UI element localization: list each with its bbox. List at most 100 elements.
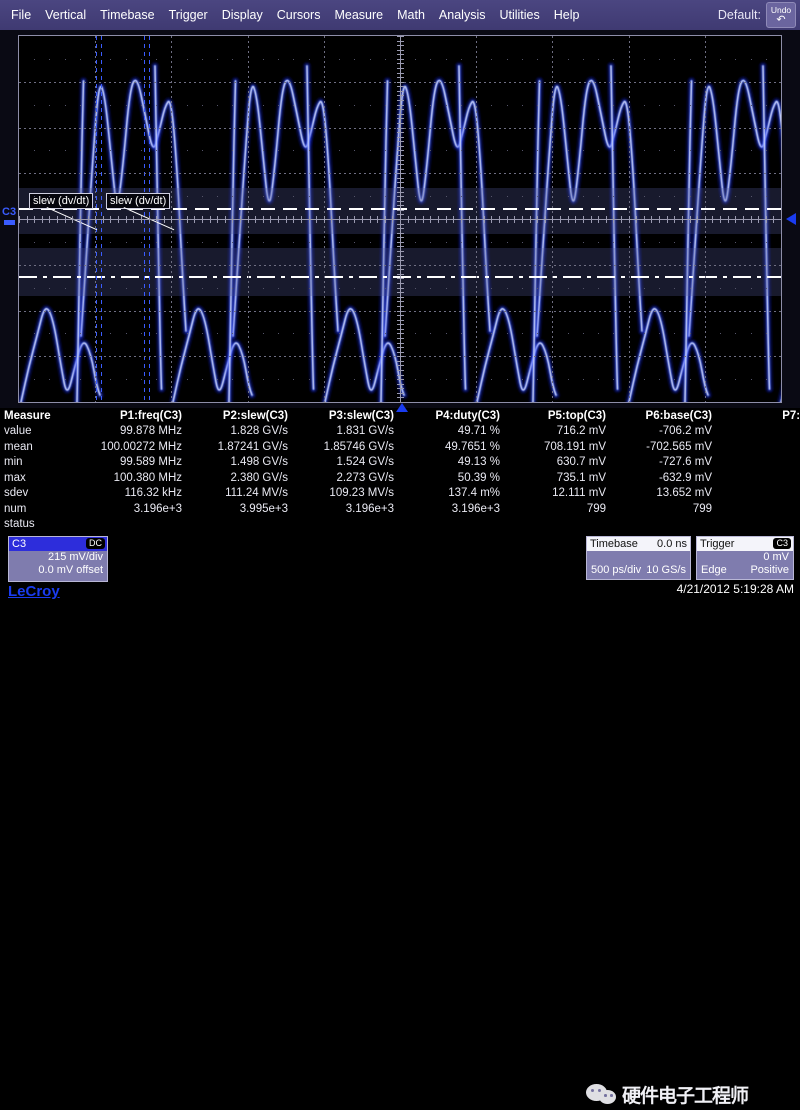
trigger-level-marker[interactable] <box>786 213 796 225</box>
menu-item-utilities[interactable]: Utilities <box>492 0 546 30</box>
axis-tick-h <box>19 216 20 223</box>
measure-title: Measure <box>0 408 80 424</box>
menu-item-measure[interactable]: Measure <box>327 0 390 30</box>
graticule-minor-dot <box>735 379 736 380</box>
measure-col-header-6[interactable]: P6:base(C3) <box>610 408 716 424</box>
graticule-minor-dot <box>690 150 691 151</box>
menu-item-trigger[interactable]: Trigger <box>162 0 215 30</box>
graticule-minor-dot <box>644 196 645 197</box>
graticule-minor-dot <box>735 59 736 60</box>
axis-tick-h <box>156 216 157 223</box>
menu-item-cursors[interactable]: Cursors <box>270 0 328 30</box>
graticule-minor-dot <box>613 333 614 334</box>
measurement-header: Measure P1:freq(C3)P2:slew(C3)P3:slew(C3… <box>0 408 800 424</box>
axis-tick-h <box>72 216 73 223</box>
axis-tick-h <box>514 216 515 223</box>
channel-coupling-badge[interactable]: DC <box>86 538 105 549</box>
axis-tick-v <box>397 375 404 376</box>
graticule-minor-dot <box>446 288 447 289</box>
lecroy-logo[interactable]: LeCroy <box>8 583 60 600</box>
menu-item-math[interactable]: Math <box>390 0 432 30</box>
graticule-minor-dot <box>568 150 569 151</box>
axis-tick-h <box>651 216 652 223</box>
graticule-minor-dot <box>415 379 416 380</box>
graticule-minor-dot <box>446 59 447 60</box>
graticule-minor-dot <box>385 242 386 243</box>
graticule-minor-dot <box>339 105 340 106</box>
menu-item-timebase[interactable]: Timebase <box>93 0 161 30</box>
graticule-minor-dot <box>537 288 538 289</box>
graticule-minor-dot <box>522 242 523 243</box>
graticule-minor-dot <box>156 59 157 60</box>
menu-item-analysis[interactable]: Analysis <box>432 0 493 30</box>
graticule-minor-dot <box>217 379 218 380</box>
graticule-minor-dot <box>217 196 218 197</box>
measure-col-header-2[interactable]: P2:slew(C3) <box>186 408 292 424</box>
menu-item-file[interactable]: File <box>4 0 38 30</box>
graticule-minor-dot <box>644 59 645 60</box>
axis-tick-h <box>286 216 287 223</box>
trigger-source-badge[interactable]: C3 <box>773 538 791 549</box>
axis-tick-v <box>397 306 404 307</box>
channel-offset-handle[interactable] <box>4 220 15 225</box>
graticule-minor-dot <box>263 105 264 106</box>
axis-tick-v <box>397 237 404 238</box>
graticule-minor-dot <box>202 379 203 380</box>
measure-col-header-7[interactable]: P7:- - - <box>716 408 800 424</box>
axis-tick-h <box>65 216 66 223</box>
measure-col-header-1[interactable]: P1:freq(C3) <box>80 408 186 424</box>
graticule-minor-dot <box>156 379 157 380</box>
graticule-minor-dot <box>232 196 233 197</box>
measure-cell-p4-max: 50.39 % <box>398 470 504 486</box>
graticule-minor-dot <box>613 150 614 151</box>
measure-col-header-5[interactable]: P5:top(C3) <box>504 408 610 424</box>
graticule-minor-dot <box>430 288 431 289</box>
axis-tick-v <box>397 274 404 275</box>
graticule-minor-dot <box>446 379 447 380</box>
axis-tick-v <box>397 379 404 380</box>
axis-tick-h <box>469 216 470 223</box>
graticule-minor-dot <box>141 196 142 197</box>
axis-tick-v <box>397 288 404 289</box>
graticule-minor-dot <box>461 196 462 197</box>
channel-tag-c3[interactable]: C3 <box>2 206 16 218</box>
axis-tick-h <box>705 216 706 223</box>
graticule-minor-dot <box>583 333 584 334</box>
axis-tick-h <box>545 216 546 223</box>
timebase-descriptor[interactable]: Timebase 0.0 ns 500 ps/div 10 GS/s <box>586 536 691 580</box>
menu-item-vertical[interactable]: Vertical <box>38 0 93 30</box>
axis-tick-h <box>232 216 233 223</box>
axis-tick-v <box>397 100 404 101</box>
graticule-minor-dot <box>80 59 81 60</box>
graticule-minor-dot <box>568 196 569 197</box>
graticule-minor-dot <box>613 59 614 60</box>
axis-tick-h <box>110 216 111 223</box>
axis-tick-h <box>583 216 584 223</box>
graticule-minor-dot <box>278 105 279 106</box>
menu-item-help[interactable]: Help <box>547 0 587 30</box>
measure-cell-p7-mean <box>716 439 800 455</box>
axis-tick-v <box>397 333 404 334</box>
menu-item-display[interactable]: Display <box>215 0 270 30</box>
annotation-slew-2: slew (dv/dt) <box>106 193 170 209</box>
graticule-minor-dot <box>187 105 188 106</box>
undo-button[interactable]: Undo ↶ <box>766 2 796 28</box>
axis-tick-h <box>522 216 523 223</box>
axis-tick-h <box>362 216 363 223</box>
graticule[interactable]: slew (dv/dt) slew (dv/dt) <box>18 35 782 403</box>
graticule-minor-dot <box>263 59 264 60</box>
scope-display-area[interactable]: slew (dv/dt) slew (dv/dt) C3 <box>0 30 800 408</box>
axis-tick-v <box>397 82 404 83</box>
axis-tick-h <box>575 216 576 223</box>
measure-col-header-3[interactable]: P3:slew(C3) <box>292 408 398 424</box>
trigger-descriptor[interactable]: Trigger C3 0 mV Edge Positive <box>696 536 794 580</box>
axis-tick-v <box>397 393 404 394</box>
graticule-minor-dot <box>232 150 233 151</box>
channel-descriptor-c3[interactable]: C3 DC 215 mV/div 0.0 mV offset <box>8 536 108 582</box>
graticule-minor-dot <box>507 242 508 243</box>
graticule-minor-dot <box>766 288 767 289</box>
measure-col-header-4[interactable]: P4:duty(C3) <box>398 408 504 424</box>
graticule-minor-dot <box>278 196 279 197</box>
axis-tick-v <box>397 137 404 138</box>
graticule-minor-dot <box>309 379 310 380</box>
